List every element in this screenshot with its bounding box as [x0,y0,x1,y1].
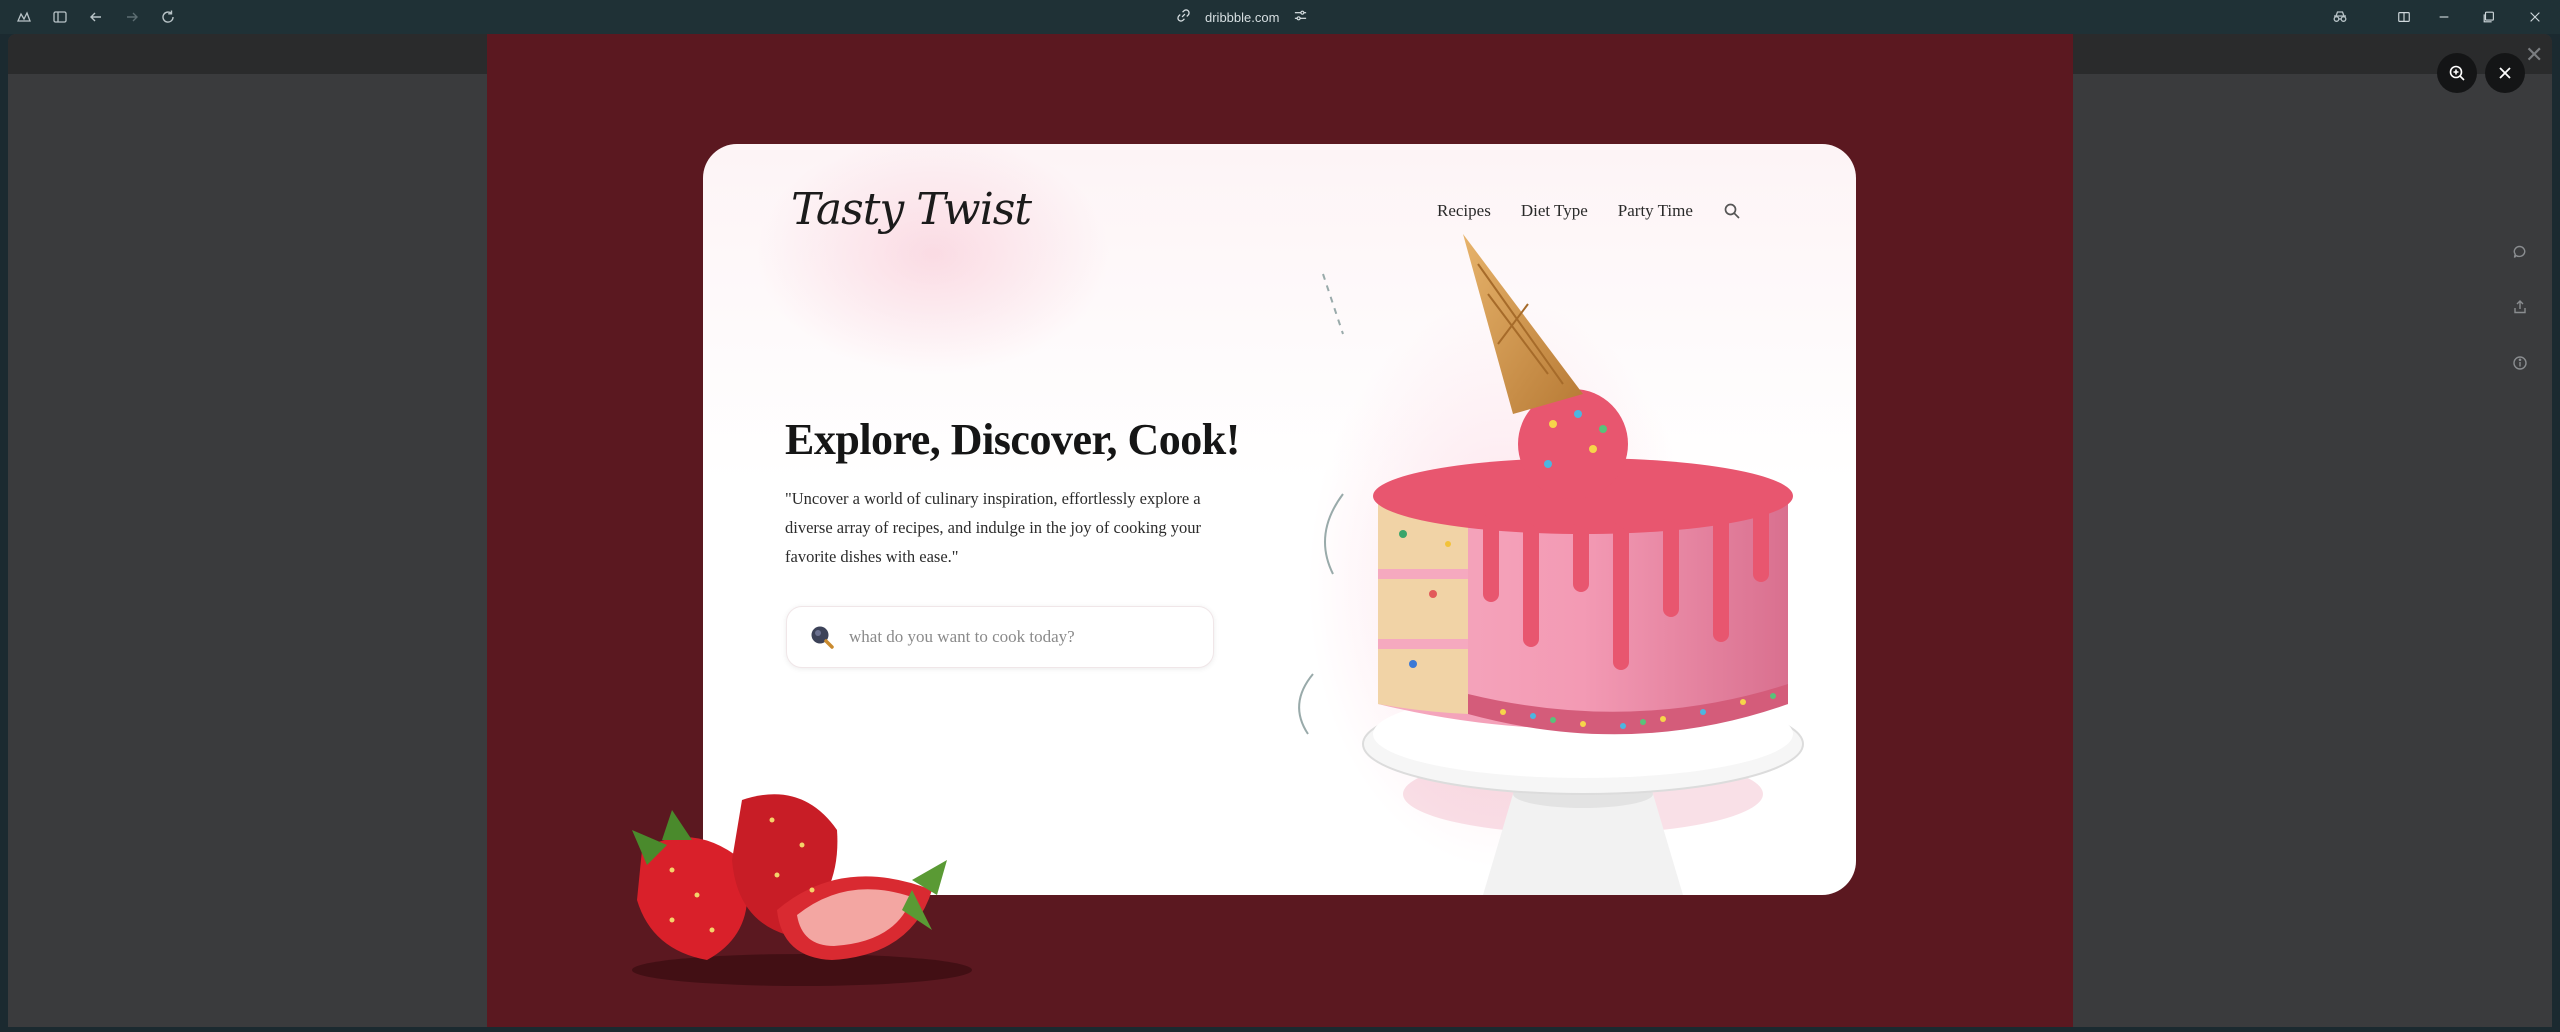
site-settings-icon[interactable] [1293,8,1308,26]
close-window-icon[interactable] [2523,5,2547,29]
hero-subtitle: "Uncover a world of culinary inspiration… [785,489,1202,566]
minimize-icon[interactable] [2432,5,2456,29]
sidebar-icon[interactable] [48,5,72,29]
nav-item-diet-type[interactable]: Diet Type [1521,201,1588,221]
close-viewer-button[interactable] [2485,53,2525,93]
share-icon[interactable] [2509,296,2531,318]
back-icon[interactable] [84,5,108,29]
incognito-icon[interactable] [2328,5,2352,29]
brand-logo[interactable]: Tasty Twist [791,184,1032,235]
split-view-icon[interactable] [2392,5,2416,29]
link-icon [1176,8,1191,26]
browser-titlebar: dribbble.com [0,0,2560,34]
strawberries-illustration [632,794,972,986]
cake-illustration [1298,234,1804,895]
address-bar[interactable]: dribbble.com [1176,6,1308,28]
reload-icon[interactable] [156,5,180,29]
recipe-search-box[interactable] [786,606,1214,668]
zoom-in-icon[interactable] [2437,53,2477,93]
forward-icon[interactable] [120,5,144,29]
nav-item-party-time[interactable]: Party Time [1618,201,1693,221]
info-icon[interactable] [2509,352,2531,374]
magnifier-icon [809,624,835,650]
close-icon[interactable]: ✕ [2525,42,2543,68]
site-nav: Recipes Diet Type Party Time [1437,201,1741,221]
nav-item-recipes[interactable]: Recipes [1437,201,1491,221]
comment-icon[interactable] [2509,241,2531,263]
url-text: dribbble.com [1205,9,1280,25]
search-icon[interactable] [1723,202,1741,220]
maximize-icon[interactable] [2477,5,2501,29]
workspaces-icon[interactable] [12,5,36,29]
hero-title: Explore, Discover, Cook! [785,415,1240,464]
recipe-search-input[interactable] [849,627,1189,647]
